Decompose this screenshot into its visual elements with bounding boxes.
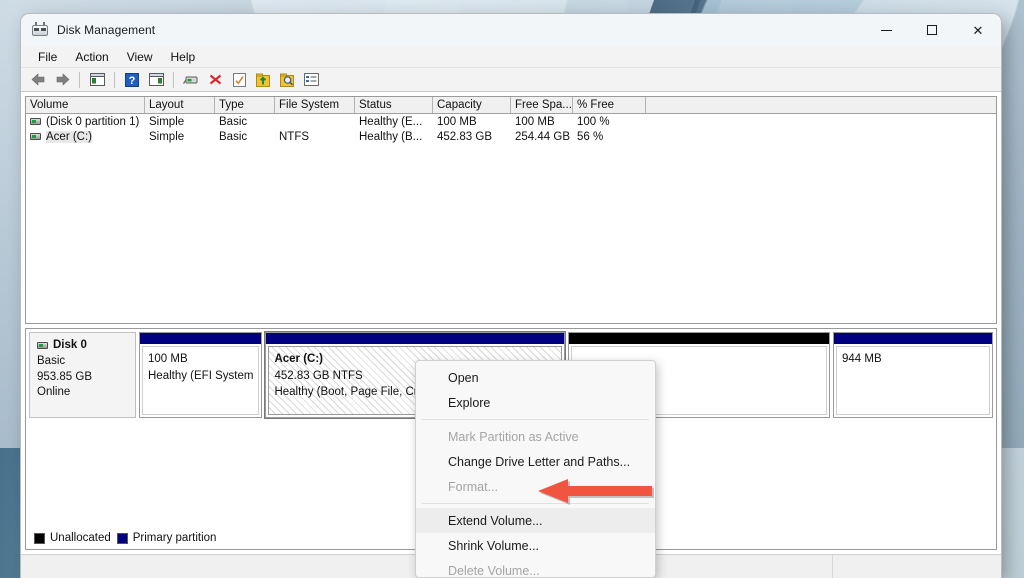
cell-volume: Acer (C:) [26,130,145,143]
context-menu-item-shrink-volume[interactable]: Shrink Volume... [416,533,655,558]
partition-color-bar [834,333,992,344]
show-hide-action-pane-icon[interactable] [145,70,167,90]
title-bar: Disk Management ✕ [21,14,1001,46]
column-header-layout[interactable]: Layout [145,97,215,113]
drive-icon [30,133,41,140]
cell-layout: Simple [149,115,185,128]
menu-action[interactable]: Action [66,48,117,66]
partition-body: 100 MB Healthy (EFI System [142,346,260,415]
context-menu-item-format: Format... [448,479,499,494]
table-row[interactable]: Acer (C:) Simple Basic NTFS Healthy (B..… [26,129,996,144]
help-icon[interactable]: ? [121,70,143,90]
toolbar-separator [173,71,174,88]
column-header-file-system[interactable]: File System [275,97,355,113]
toolbar-separator [114,71,115,88]
legend-item-primary-partition: Primary partition [116,532,217,544]
cell-status: Healthy (B... [359,130,423,143]
disk-status-label: Online [37,385,71,398]
legend-item-unallocated: Unallocated [34,532,111,544]
partition-size-label: 944 MB [842,353,882,365]
detail-view-icon[interactable] [300,70,322,90]
cell-volume: (Disk 0 partition 1) [26,116,145,128]
minimize-button[interactable] [863,14,909,46]
menu-view[interactable]: View [118,48,162,66]
partition-color-bar [569,333,829,344]
context-menu-item-mark-partition-as-active: Mark Partition as Active [448,429,579,444]
drive-icon [37,342,48,350]
cell-percent-free: 100 % [577,115,610,128]
cell-type: Basic [219,130,248,143]
delete-icon[interactable] [204,70,226,90]
partition-recovery[interactable]: 944 MB [833,332,993,418]
legend-label-primary: Primary partition [132,532,217,544]
menu-bar: File Action View Help [21,46,1001,68]
column-header-type[interactable]: Type [215,97,275,113]
table-row[interactable]: (Disk 0 partition 1) Simple Basic Health… [26,114,996,129]
disk-name-label: Disk 0 [53,339,87,351]
toolbar: ? [21,68,1001,92]
back-arrow-icon[interactable] [27,70,49,90]
window-controls: ✕ [863,14,1001,46]
status-cell-secondary [653,555,833,578]
context-menu-item-extend-volume[interactable]: Extend Volume... [416,508,655,533]
volume-list[interactable]: Volume Layout Type File System Status Ca… [25,96,997,324]
show-hide-console-tree-icon[interactable] [86,70,108,90]
properties-icon[interactable] [180,70,202,90]
cell-percent-free: 56 % [577,130,604,143]
legend-label-unallocated: Unallocated [50,532,111,544]
close-button[interactable]: ✕ [955,14,1001,46]
partition-efi[interactable]: 100 MB Healthy (EFI System [139,332,263,418]
partition-color-bar [266,333,565,344]
column-header-status[interactable]: Status [355,97,433,113]
partition-body: 944 MB [836,346,990,415]
cell-layout: Simple [149,130,185,143]
partition-status-label: Healthy (EFI System [148,369,254,382]
attach-vhd-icon[interactable] [276,70,298,90]
context-menu-item-open[interactable]: Open [416,365,655,390]
menu-help[interactable]: Help [162,48,205,66]
menu-file[interactable]: File [29,48,66,66]
partition-size-label: 100 MB [148,353,188,365]
context-menu-separator [422,503,649,504]
column-header-free-space[interactable]: Free Spa... [511,97,573,113]
cell-free-space: 254.44 GB [515,130,570,143]
cell-type: Basic [219,115,248,128]
disk-info-panel[interactable]: Disk 0 Basic 953.85 GB Online [29,332,136,418]
cell-file-system: NTFS [279,130,310,143]
disk-management-icon [32,22,48,38]
legend-swatch-unallocated [34,532,45,544]
cell-status: Healthy (E... [359,115,423,128]
rescan-disks-icon[interactable] [228,70,250,90]
toolbar-separator [79,71,80,88]
forward-arrow-icon[interactable] [51,70,73,90]
svg-text:?: ? [129,75,136,87]
window-title: Disk Management [57,23,156,37]
column-header-volume[interactable]: Volume [26,97,145,113]
context-menu-item-explore[interactable]: Explore [416,390,655,415]
drive-icon [30,118,41,125]
volume-list-header: Volume Layout Type File System Status Ca… [26,97,996,114]
cell-volume-label: (Disk 0 partition 1) [46,115,140,128]
maximize-button[interactable] [909,14,955,46]
create-vhd-icon[interactable] [252,70,274,90]
partition-color-bar [140,333,262,344]
column-header-capacity[interactable]: Capacity [433,97,511,113]
cell-free-space: 100 MB [515,115,555,128]
disk-type-label: Basic [37,355,66,368]
column-header-spacer [646,97,996,113]
status-cell-tertiary [833,555,1001,578]
legend-swatch-primary [116,532,128,544]
context-menu-item-delete-volume: Delete Volume... [448,563,540,578]
disk-size-label: 953.85 GB [37,370,92,383]
cell-capacity: 452.83 GB [437,130,492,143]
partition-label: Acer (C:) [274,353,324,365]
disk-title: Disk 0 [37,338,128,353]
cell-capacity: 100 MB [437,115,477,128]
cell-volume-label: Acer (C:) [46,130,92,143]
context-menu-item-change-drive-letter-and-paths[interactable]: Change Drive Letter and Paths... [416,449,655,474]
partition-context-menu: Open Explore Mark Partition as Active Ch… [415,360,656,578]
column-header-percent-free[interactable]: % Free [573,97,646,113]
context-menu-separator [422,419,649,420]
